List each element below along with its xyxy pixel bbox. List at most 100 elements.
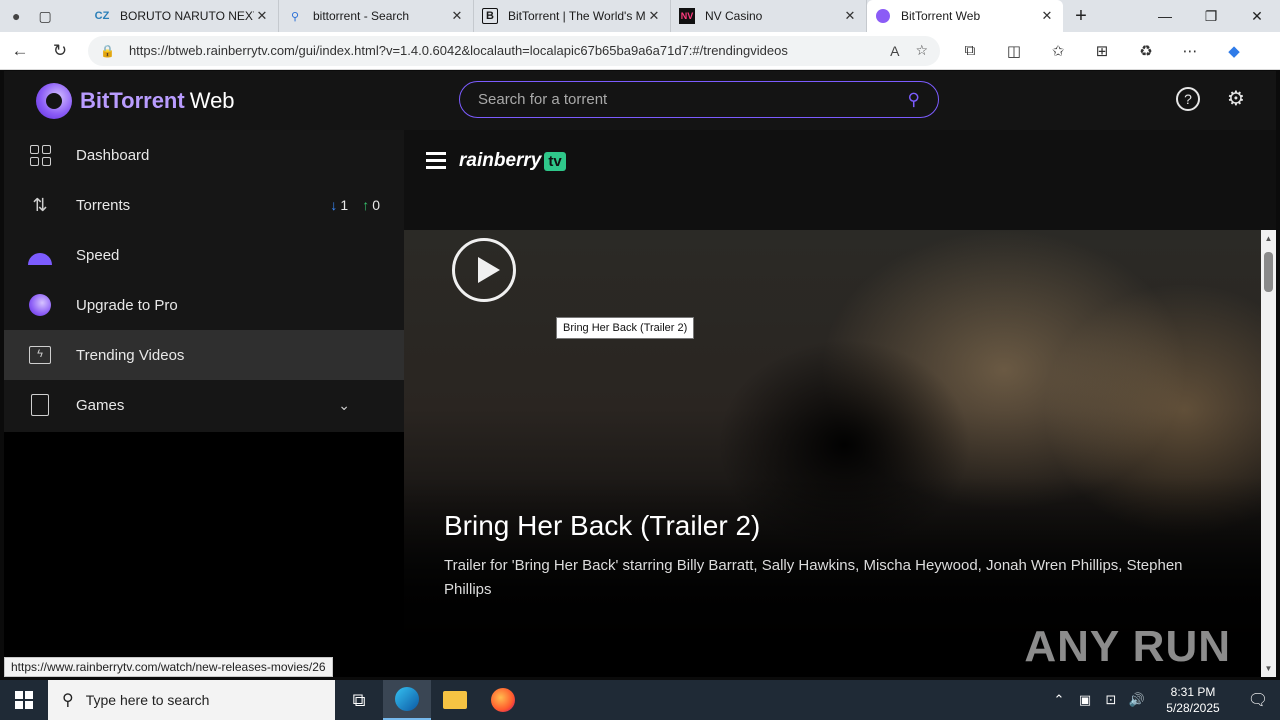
video-description: Trailer for 'Bring Her Back' starring Bi…	[444, 557, 1183, 598]
windows-taskbar: ⚲ Type here to search ⧉ ⌃ ▣ ⊡ 🔊 8:31 PM …	[0, 680, 1280, 720]
taskbar-search-placeholder: Type here to search	[85, 692, 210, 708]
settings-gear-icon[interactable]: ⚙	[1224, 87, 1248, 111]
network-icon[interactable]: ⊡	[1099, 692, 1123, 708]
volume-icon[interactable]: 🔊	[1125, 692, 1149, 708]
taskbar-search-box[interactable]: ⚲ Type here to search	[48, 680, 335, 720]
clock[interactable]: 8:31 PM 5/28/2025	[1150, 684, 1236, 716]
browser-tab[interactable]: NV NV Casino ✕	[671, 0, 867, 32]
window-close-icon[interactable]: ✕	[1234, 8, 1280, 25]
tab-label: BitTorrent Web	[901, 9, 981, 23]
performance-icon[interactable]: ♻	[1124, 42, 1168, 60]
help-icon[interactable]: ?	[1176, 87, 1200, 111]
content-scrollbar[interactable]: ▲ ▼	[1261, 230, 1276, 677]
close-icon[interactable]: ✕	[842, 8, 858, 24]
sidebar: Dashboard ⇅ Torrents ↓ 1 ↑ 0 Speed Upgrade…	[4, 130, 404, 432]
upload-arrow-icon: ↑	[362, 197, 370, 213]
app-header: BitTorrent Web Search for a torrent ⚲ ? …	[4, 71, 1276, 130]
bittorrent-web-app: BitTorrent Web Search for a torrent ⚲ ? …	[4, 71, 1276, 677]
url-field[interactable]: 🔒 https://btweb.rainberrytv.com/gui/inde…	[88, 35, 940, 66]
trending-tv-icon: ϟ	[28, 343, 52, 367]
scrollbar-thumb[interactable]	[1264, 252, 1273, 292]
tab-actions-icon[interactable]: ▢	[38, 8, 51, 25]
profile-icon[interactable]: ●	[12, 8, 20, 24]
browser-tab[interactable]: CZ BORUTO NARUTO NEXT G ✕	[86, 0, 279, 32]
sidebar-item-trending-videos[interactable]: ϟ Trending Videos	[4, 330, 404, 380]
torrent-search-input[interactable]: Search for a torrent ⚲	[459, 81, 939, 118]
sidebar-item-upgrade-to-pro[interactable]: Upgrade to Pro	[4, 280, 404, 330]
folder-icon	[443, 691, 467, 709]
anyrun-watermark: ANY RUN	[1024, 622, 1231, 671]
logo-text-light: Web	[189, 87, 235, 113]
new-tab-button[interactable]: +	[1063, 5, 1099, 28]
back-icon[interactable]: ←	[0, 41, 40, 61]
address-bar-row: ← ↻ 🔒 https://btweb.rainberrytv.com/gui/…	[0, 32, 1280, 70]
download-arrow-icon: ↓	[330, 197, 338, 213]
close-icon[interactable]: ✕	[1039, 8, 1055, 24]
copilot-icon[interactable]: ◆	[1212, 42, 1256, 60]
taskbar-file-explorer[interactable]	[431, 680, 479, 720]
browser-tab[interactable]: ⚲ bittorrent - Search ✕	[279, 0, 474, 32]
browser-tab-active[interactable]: BitTorrent Web ✕	[867, 0, 1063, 32]
tab-label: bittorrent - Search	[313, 9, 410, 23]
tab-label: BitTorrent | The World's M	[508, 9, 646, 23]
sidebar-item-torrents[interactable]: ⇅ Torrents ↓ 1 ↑ 0	[4, 180, 404, 230]
download-count: ↓ 1	[330, 197, 348, 213]
search-placeholder: Search for a torrent	[478, 91, 608, 108]
scroll-down-arrow-icon[interactable]: ▼	[1263, 664, 1274, 673]
extensions-icon[interactable]: ⧉	[948, 42, 992, 60]
featured-video-hero[interactable]: Bring Her Back (Trailer 2) Bring Her Bac…	[404, 230, 1261, 677]
bittorrent-logo-icon	[36, 82, 72, 119]
close-icon[interactable]: ✕	[449, 8, 465, 24]
sidebar-item-label: Dashboard	[76, 146, 150, 164]
task-view-icon[interactable]: ⧉	[335, 680, 383, 720]
collections-icon[interactable]: ⊞	[1080, 42, 1124, 60]
speed-gauge-icon	[28, 243, 52, 267]
sidebar-item-games[interactable]: Games ⌄	[4, 380, 404, 430]
favorite-star-icon[interactable]: ☆	[915, 42, 928, 59]
more-icon[interactable]: ⋯	[1168, 42, 1212, 60]
pro-logo-icon	[28, 293, 52, 317]
rainberry-tv-logo[interactable]: rainberry tv	[459, 150, 566, 172]
restore-icon[interactable]: ❐	[1188, 8, 1234, 25]
search-icon[interactable]: ⚲	[908, 90, 920, 110]
tab-label: NV Casino	[705, 9, 763, 23]
edge-icon	[395, 687, 419, 711]
hamburger-menu-icon[interactable]	[426, 152, 446, 173]
read-aloud-icon[interactable]: A	[890, 43, 899, 59]
taskbar-edge[interactable]	[383, 680, 431, 720]
trending-videos-frame: rainberry tv Bring Her Back (Trailer 2) …	[404, 130, 1276, 677]
split-screen-icon[interactable]: ◫	[992, 42, 1036, 60]
torrent-counts: ↓ 1 ↑ 0	[330, 197, 380, 213]
notification-icon[interactable]: 🗨	[1236, 690, 1280, 710]
favorites-icon[interactable]: ✩	[1036, 42, 1080, 60]
sidebar-item-label: Torrents	[76, 196, 131, 214]
url-text: https://btweb.rainberrytv.com/gui/index.…	[128, 43, 788, 58]
scroll-up-arrow-icon[interactable]: ▲	[1263, 234, 1274, 243]
tab-bar-left: ● ▢	[0, 8, 86, 25]
play-button-icon[interactable]	[452, 238, 516, 302]
sidebar-item-label: Speed	[76, 246, 120, 264]
minimize-icon[interactable]: —	[1142, 8, 1188, 25]
lock-icon[interactable]: 🔒	[100, 44, 115, 58]
sidebar-item-label: Games	[76, 396, 125, 414]
chevron-up-icon[interactable]: ⌃	[1047, 692, 1071, 708]
refresh-icon[interactable]: ↻	[40, 41, 80, 61]
sidebar-item-dashboard[interactable]: Dashboard	[4, 130, 404, 180]
close-icon[interactable]: ✕	[646, 8, 662, 24]
browser-tab[interactable]: B BitTorrent | The World's M ✕	[474, 0, 671, 32]
close-icon[interactable]: ✕	[254, 8, 270, 24]
link-status-url: https://www.rainberrytv.com/watch/new-re…	[4, 657, 333, 677]
video-title[interactable]: Bring Her Back (Trailer 2)	[444, 510, 760, 542]
rainberry-logo-tv: tv	[544, 151, 566, 171]
bittorrent-logo[interactable]: BitTorrent Web	[36, 82, 235, 119]
logo-text-bold: BitTorrent	[80, 87, 185, 113]
torrents-arrows-icon: ⇅	[32, 194, 48, 215]
rainberry-header: rainberry tv	[404, 130, 1276, 230]
upload-count-value: 0	[372, 197, 380, 213]
sidebar-item-speed[interactable]: Speed	[4, 230, 404, 280]
start-button[interactable]	[0, 680, 48, 720]
chevron-down-icon[interactable]: ⌄	[338, 397, 350, 414]
taskbar-firefox[interactable]	[479, 680, 527, 720]
b-icon: B	[482, 8, 498, 24]
device-icon[interactable]: ▣	[1073, 692, 1097, 708]
